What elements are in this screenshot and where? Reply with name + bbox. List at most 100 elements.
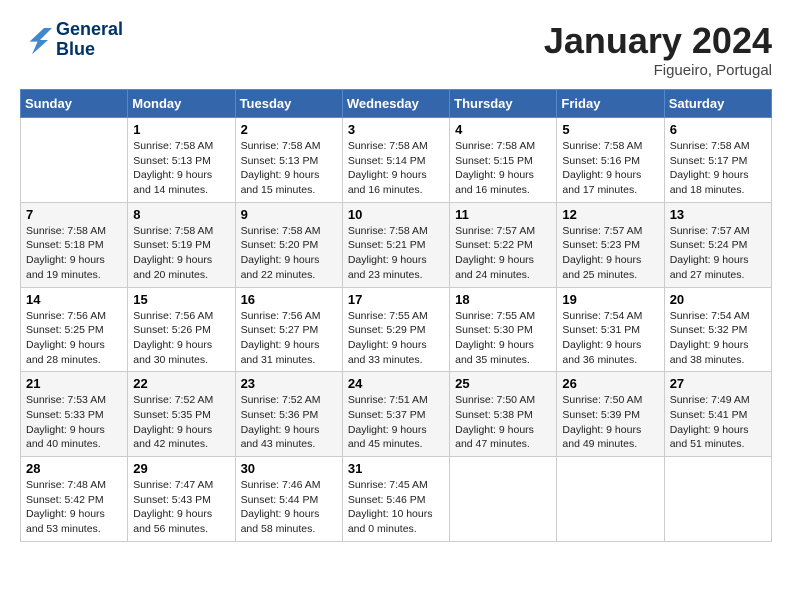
day-number: 5	[562, 122, 658, 137]
day-number: 29	[133, 461, 229, 476]
calendar-cell: 23 Sunrise: 7:52 AM Sunset: 5:36 PM Dayli…	[235, 372, 342, 457]
calendar-week-row: 7 Sunrise: 7:58 AM Sunset: 5:18 PM Daylig…	[21, 202, 772, 287]
day-number: 30	[241, 461, 337, 476]
day-number: 13	[670, 207, 766, 222]
month-title: January 2024	[544, 20, 772, 62]
day-number: 18	[455, 292, 551, 307]
calendar-cell: 28Sunrise: 7:48 AM Sunset: 5:42 PM Dayli…	[21, 457, 128, 542]
day-info: Sunrise: 7:56 AM Sunset: 5:26 PM Dayligh…	[133, 309, 229, 368]
day-info: Sunrise: 7:56 AM Sunset: 5:27 PM Dayligh…	[241, 309, 337, 368]
calendar-cell: 9Sunrise: 7:58 AM Sunset: 5:20 PM Daylig…	[235, 202, 342, 287]
calendar-cell: 24 Sunrise: 7:51 AM Sunset: 5:37 PM Dayli…	[342, 372, 449, 457]
calendar-cell: 6 Sunrise: 7:58 AM Sunset: 5:17 PM Daylig…	[664, 118, 771, 203]
calendar-cell: 20Sunrise: 7:54 AM Sunset: 5:32 PM Dayli…	[664, 287, 771, 372]
calendar-cell: 7 Sunrise: 7:58 AM Sunset: 5:18 PM Daylig…	[21, 202, 128, 287]
day-info: Sunrise: 7:47 AM Sunset: 5:43 PM Dayligh…	[133, 478, 229, 537]
day-info: Sunrise: 7:58 AM Sunset: 5:21 PM Dayligh…	[348, 224, 444, 283]
day-number: 22	[133, 376, 229, 391]
calendar-cell	[557, 457, 664, 542]
calendar-body: 1 Sunrise: 7:58 AM Sunset: 5:13 PM Daylig…	[21, 118, 772, 542]
calendar-cell: 15 Sunrise: 7:56 AM Sunset: 5:26 PM Dayli…	[128, 287, 235, 372]
title-block: January 2024 Figueiro, Portugal	[544, 20, 772, 79]
day-info: Sunrise: 7:54 AM Sunset: 5:32 PM Dayligh…	[670, 309, 766, 368]
calendar-cell: 27 Sunrise: 7:49 AM Sunset: 5:41 PM Dayli…	[664, 372, 771, 457]
calendar-cell	[21, 118, 128, 203]
calendar-day-header: Tuesday	[235, 90, 342, 118]
day-info: Sunrise: 7:58 AM Sunset: 5:15 PM Dayligh…	[455, 139, 551, 198]
day-info: Sunrise: 7:57 AM Sunset: 5:22 PM Dayligh…	[455, 224, 551, 283]
day-number: 7	[26, 207, 122, 222]
calendar-week-row: 1 Sunrise: 7:58 AM Sunset: 5:13 PM Daylig…	[21, 118, 772, 203]
day-info: Sunrise: 7:58 AM Sunset: 5:13 PM Dayligh…	[133, 139, 229, 198]
calendar-cell: 16 Sunrise: 7:56 AM Sunset: 5:27 PM Dayli…	[235, 287, 342, 372]
calendar-cell: 3 Sunrise: 7:58 AM Sunset: 5:14 PM Daylig…	[342, 118, 449, 203]
logo-text: General Blue	[56, 20, 123, 60]
day-number: 23	[241, 376, 337, 391]
day-info: Sunrise: 7:58 AM Sunset: 5:13 PM Dayligh…	[241, 139, 337, 198]
day-info: Sunrise: 7:58 AM Sunset: 5:18 PM Dayligh…	[26, 224, 122, 283]
calendar-table: SundayMondayTuesdayWednesdayThursdayFrid…	[20, 89, 772, 542]
day-info: Sunrise: 7:52 AM Sunset: 5:36 PM Dayligh…	[241, 393, 337, 452]
day-info: Sunrise: 7:57 AM Sunset: 5:24 PM Dayligh…	[670, 224, 766, 283]
day-info: Sunrise: 7:56 AM Sunset: 5:25 PM Dayligh…	[26, 309, 122, 368]
calendar-cell: 22 Sunrise: 7:52 AM Sunset: 5:35 PM Dayli…	[128, 372, 235, 457]
calendar-day-header: Monday	[128, 90, 235, 118]
day-info: Sunrise: 7:50 AM Sunset: 5:38 PM Dayligh…	[455, 393, 551, 452]
day-info: Sunrise: 7:58 AM Sunset: 5:14 PM Dayligh…	[348, 139, 444, 198]
day-info: Sunrise: 7:55 AM Sunset: 5:29 PM Dayligh…	[348, 309, 444, 368]
day-number: 11	[455, 207, 551, 222]
day-number: 14	[26, 292, 122, 307]
day-number: 6	[670, 122, 766, 137]
calendar-day-header: Friday	[557, 90, 664, 118]
day-info: Sunrise: 7:49 AM Sunset: 5:41 PM Dayligh…	[670, 393, 766, 452]
day-number: 26	[562, 376, 658, 391]
day-info: Sunrise: 7:48 AM Sunset: 5:42 PM Dayligh…	[26, 478, 122, 537]
calendar-cell: 2 Sunrise: 7:58 AM Sunset: 5:13 PM Daylig…	[235, 118, 342, 203]
calendar-cell: 19Sunrise: 7:54 AM Sunset: 5:31 PM Dayli…	[557, 287, 664, 372]
calendar-cell: 21Sunrise: 7:53 AM Sunset: 5:33 PM Dayli…	[21, 372, 128, 457]
day-info: Sunrise: 7:54 AM Sunset: 5:31 PM Dayligh…	[562, 309, 658, 368]
day-info: Sunrise: 7:50 AM Sunset: 5:39 PM Dayligh…	[562, 393, 658, 452]
day-number: 24	[348, 376, 444, 391]
day-number: 15	[133, 292, 229, 307]
day-number: 31	[348, 461, 444, 476]
calendar-day-header: Saturday	[664, 90, 771, 118]
calendar-cell: 1 Sunrise: 7:58 AM Sunset: 5:13 PM Daylig…	[128, 118, 235, 203]
day-number: 2	[241, 122, 337, 137]
day-info: Sunrise: 7:55 AM Sunset: 5:30 PM Dayligh…	[455, 309, 551, 368]
calendar-day-header: Thursday	[450, 90, 557, 118]
day-number: 3	[348, 122, 444, 137]
calendar-cell: 18 Sunrise: 7:55 AM Sunset: 5:30 PM Dayli…	[450, 287, 557, 372]
day-info: Sunrise: 7:58 AM Sunset: 5:17 PM Dayligh…	[670, 139, 766, 198]
day-number: 16	[241, 292, 337, 307]
calendar-cell	[664, 457, 771, 542]
calendar-cell: 4 Sunrise: 7:58 AM Sunset: 5:15 PM Daylig…	[450, 118, 557, 203]
calendar-header-row: SundayMondayTuesdayWednesdayThursdayFrid…	[21, 90, 772, 118]
calendar-cell: 10 Sunrise: 7:58 AM Sunset: 5:21 PM Dayli…	[342, 202, 449, 287]
calendar-week-row: 14 Sunrise: 7:56 AM Sunset: 5:25 PM Dayli…	[21, 287, 772, 372]
day-info: Sunrise: 7:58 AM Sunset: 5:16 PM Dayligh…	[562, 139, 658, 198]
day-info: Sunrise: 7:53 AM Sunset: 5:33 PM Dayligh…	[26, 393, 122, 452]
day-info: Sunrise: 7:46 AM Sunset: 5:44 PM Dayligh…	[241, 478, 337, 537]
day-number: 1	[133, 122, 229, 137]
day-info: Sunrise: 7:58 AM Sunset: 5:19 PM Dayligh…	[133, 224, 229, 283]
calendar-cell: 25 Sunrise: 7:50 AM Sunset: 5:38 PM Dayli…	[450, 372, 557, 457]
day-number: 10	[348, 207, 444, 222]
location: Figueiro, Portugal	[544, 62, 772, 79]
calendar-day-header: Wednesday	[342, 90, 449, 118]
logo: General Blue	[20, 20, 123, 60]
calendar-week-row: 21Sunrise: 7:53 AM Sunset: 5:33 PM Dayli…	[21, 372, 772, 457]
day-number: 27	[670, 376, 766, 391]
day-number: 9	[241, 207, 337, 222]
calendar-cell: 29 Sunrise: 7:47 AM Sunset: 5:43 PM Dayli…	[128, 457, 235, 542]
day-number: 12	[562, 207, 658, 222]
calendar-cell: 14 Sunrise: 7:56 AM Sunset: 5:25 PM Dayli…	[21, 287, 128, 372]
logo-icon	[20, 24, 52, 56]
day-info: Sunrise: 7:52 AM Sunset: 5:35 PM Dayligh…	[133, 393, 229, 452]
day-info: Sunrise: 7:51 AM Sunset: 5:37 PM Dayligh…	[348, 393, 444, 452]
day-number: 17	[348, 292, 444, 307]
day-number: 4	[455, 122, 551, 137]
day-number: 25	[455, 376, 551, 391]
page-header: General Blue January 2024 Figueiro, Port…	[20, 20, 772, 79]
calendar-day-header: Sunday	[21, 90, 128, 118]
